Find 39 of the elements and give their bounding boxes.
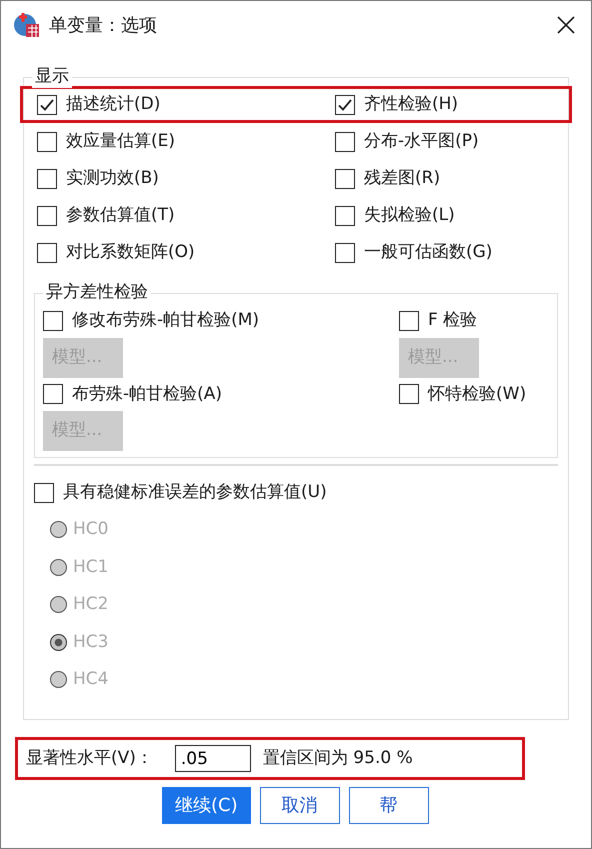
- checkbox-label[interactable]: 修改布劳殊-帕甘检验(M): [72, 308, 260, 334]
- checkbox[interactable]: [34, 482, 54, 502]
- checkbox[interactable]: [43, 310, 63, 331]
- checkbox[interactable]: [37, 168, 57, 188]
- checkbox-label[interactable]: 怀特检验(W): [428, 382, 526, 407]
- checkbox-label[interactable]: 失拟检验(L): [364, 202, 455, 228]
- checkbox[interactable]: [335, 94, 355, 114]
- checkbox[interactable]: [37, 94, 57, 114]
- window-title: 单变量：选项: [49, 14, 157, 38]
- close-icon: [555, 14, 577, 36]
- checkbox[interactable]: [335, 132, 355, 152]
- dialog-button[interactable]: 帮: [348, 787, 429, 824]
- checkbox[interactable]: [335, 206, 355, 226]
- checkbox-label[interactable]: 齐性检验(H): [364, 92, 458, 118]
- input-field[interactable]: .05: [174, 745, 251, 772]
- checkbox-label[interactable]: 残差图(R): [364, 166, 440, 192]
- checkbox[interactable]: [399, 384, 419, 404]
- checkbox-label[interactable]: 对比系数矩阵(O): [66, 240, 195, 266]
- checkbox[interactable]: [37, 132, 57, 152]
- checkbox[interactable]: [335, 168, 355, 188]
- checkbox-label[interactable]: 布劳殊-帕甘检验(A): [72, 382, 222, 407]
- checkbox[interactable]: [37, 242, 57, 262]
- checkbox[interactable]: [335, 242, 355, 262]
- checkbox[interactable]: [37, 206, 57, 226]
- checkbox-label[interactable]: 一般可估函数(G): [364, 240, 492, 266]
- confidence-text: 置信区间为 95.0 %: [262, 746, 413, 770]
- checkbox-label[interactable]: 效应量估算(E): [66, 128, 176, 154]
- checkbox[interactable]: [399, 310, 419, 331]
- checkbox-label[interactable]: 具有稳健标准误差的参数估算值(U): [63, 480, 327, 506]
- checkbox-label[interactable]: 实测功效(B): [66, 166, 159, 192]
- dialog-button[interactable]: 取消: [260, 787, 340, 824]
- checkbox[interactable]: [43, 384, 63, 404]
- checkbox-label[interactable]: 描述统计(D): [66, 92, 160, 118]
- checkbox-label[interactable]: 参数估算值(T): [66, 202, 175, 228]
- checkbox-label[interactable]: 分布-水平图(P): [364, 128, 479, 154]
- app-icon: [13, 11, 41, 39]
- checkbox-label[interactable]: F 检验: [428, 308, 478, 334]
- dialog-button[interactable]: 继续(C): [162, 787, 251, 824]
- field-label: 显著性水平(V)：: [26, 746, 153, 770]
